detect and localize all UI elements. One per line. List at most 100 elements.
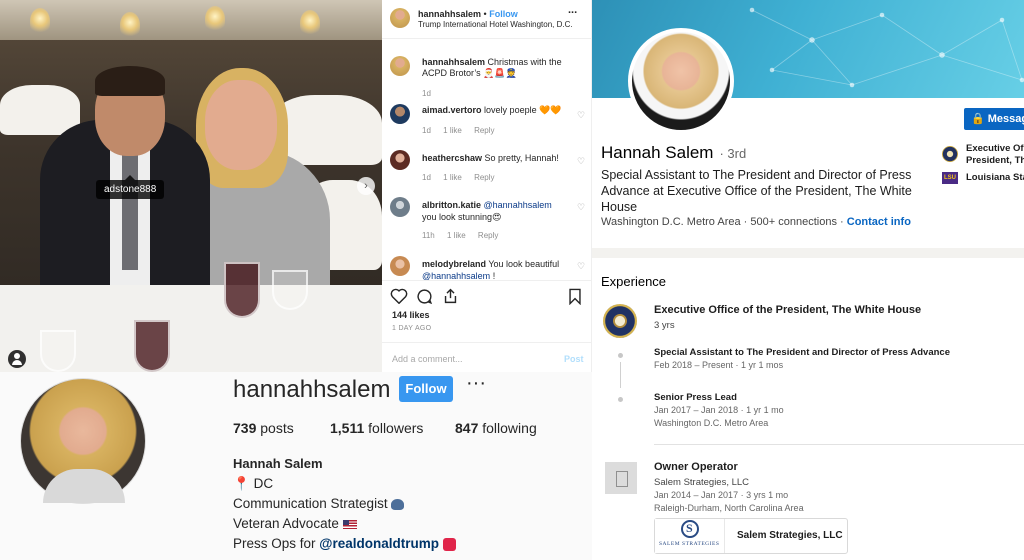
comment-likes[interactable]: 1 like [447, 231, 466, 240]
role-title[interactable]: Owner Operator [654, 461, 738, 473]
section-heading: Experience [601, 274, 667, 289]
followers-stat[interactable]: 1,511 followers [330, 420, 423, 436]
comment-username[interactable]: heathercshaw [422, 153, 482, 163]
share-icon[interactable] [442, 287, 459, 305]
media-attachment[interactable]: SALEM STRATEGIES Salem Strategies, LLC [654, 518, 848, 554]
role-title[interactable]: Senior Press Lead [654, 392, 737, 403]
timeline-dot [618, 353, 623, 358]
author-username[interactable]: hannahhsalem [418, 9, 481, 19]
commenter-avatar[interactable] [390, 150, 410, 170]
post-header: hannahhsalem • Follow [418, 9, 518, 19]
bio-line-advocate: Veteran Advocate [233, 516, 357, 531]
user-tag-icon[interactable] [8, 350, 26, 368]
comment-likes[interactable]: 1 like [443, 173, 462, 182]
following-stat[interactable]: 847 following [455, 420, 537, 436]
photo-user-tag[interactable]: adstone888 [96, 175, 165, 199]
commenter-avatar[interactable] [390, 256, 410, 276]
company-duration: 3 yrs [654, 320, 675, 331]
author-avatar[interactable] [390, 8, 410, 28]
banquet-table [0, 85, 80, 135]
man-tie [122, 150, 138, 270]
timeline-line [620, 362, 621, 388]
media-caption: SALEM STRATEGIES [659, 541, 720, 547]
comment-age: 11h [422, 231, 435, 240]
education-link[interactable]: Louisiana Sta [966, 172, 1024, 184]
wine-glass [272, 270, 308, 310]
posts-count: 739 [233, 420, 257, 436]
comment-body: you look stunning😍 [422, 212, 502, 222]
profile-username: hannahhsalem [233, 376, 391, 403]
bio-text: Press Ops for [233, 536, 316, 551]
caption-username[interactable]: hannahhsalem [422, 57, 485, 67]
comment-username[interactable]: albritton.katie [422, 200, 481, 210]
commenter-avatar[interactable] [390, 197, 410, 217]
more-options-button[interactable]: ... [568, 4, 577, 16]
comment-meta: 1d 1 like Reply [422, 126, 505, 135]
caption-line2: ACPD Brotor’s 🎅🚨👮 [422, 68, 517, 78]
caption-age: 1d [422, 89, 431, 98]
comment-like-icon[interactable]: ♡ [577, 261, 585, 272]
comment-reply[interactable]: Reply [478, 231, 498, 240]
divider [654, 444, 1024, 445]
lsu-logo-icon: LSU [942, 172, 958, 184]
comment-username[interactable]: melodybreland [422, 259, 486, 269]
role-location: Raleigh-Durham, North Carolina Area [654, 503, 804, 513]
wine-glass [40, 330, 76, 372]
media-thumbnail: SALEM STRATEGIES [655, 519, 725, 553]
follow-link[interactable]: Follow [489, 9, 518, 19]
comment-likes[interactable]: 1 like [443, 126, 462, 135]
location-row: Washington D.C. Metro Area · 500+ connec… [601, 216, 911, 228]
comment-like-icon[interactable]: ♡ [577, 110, 585, 121]
company-name[interactable]: Salem Strategies, LLC [654, 477, 749, 488]
pin-icon: 📍 [233, 476, 250, 491]
comment-meta: 1d 1 like Reply [422, 173, 505, 182]
profile-follow-button[interactable]: Follow [399, 376, 453, 402]
profile-full-name: Hannah Salem [233, 456, 323, 471]
role-title[interactable]: Special Assistant to The President and D… [654, 347, 950, 358]
role-dates: Jan 2014 – Jan 2017 · 3 yrs 1 mo [654, 490, 789, 500]
profile-headline: Special Assistant to The President and D… [601, 168, 912, 214]
comment-like-icon[interactable]: ♡ [577, 202, 585, 213]
caption-avatar[interactable] [390, 56, 410, 76]
company-name[interactable]: Executive Office of the President, The W… [654, 304, 921, 316]
comment-mention[interactable]: @hannahhsalem [484, 200, 552, 210]
comment-like-icon[interactable]: ♡ [577, 156, 585, 167]
building-icon[interactable] [605, 462, 637, 494]
role-dates: Jan 2017 – Jan 2018 · 1 yr 1 mo [654, 405, 784, 415]
profile-avatar[interactable] [20, 378, 146, 504]
comment-body: So pretty, Hannah! [484, 153, 559, 163]
wine-glass [224, 262, 260, 318]
post-location[interactable]: Trump International Hotel Washington, D.… [418, 20, 573, 29]
caption-text: hannahhsalem Christmas with the ACPD Bro… [422, 57, 582, 79]
comment-reply[interactable]: Reply [474, 126, 494, 135]
contact-info-link[interactable]: Contact info [847, 216, 911, 228]
comment-username[interactable]: aimad.vertoro [422, 105, 482, 115]
chevron-right-icon[interactable]: › [357, 177, 375, 195]
comment-body: lovely poeple 🧡🧡 [484, 105, 562, 115]
post-comment-button[interactable]: Post [564, 354, 584, 364]
comment-reply[interactable]: Reply [474, 173, 494, 182]
comment-input[interactable]: Add a comment... [392, 354, 463, 364]
followers-count: 1,511 [330, 420, 365, 436]
bookmark-icon[interactable] [568, 288, 582, 305]
current-company-link[interactable]: Executive Of President, Th [966, 143, 1024, 167]
message-button[interactable]: 🔒 Messag [964, 108, 1024, 130]
comment-icon[interactable] [416, 288, 433, 305]
commenter-avatar[interactable] [390, 104, 410, 124]
profile-name: Hannah Salem [601, 143, 714, 162]
profile-photo[interactable] [628, 28, 734, 134]
bio-mention-link[interactable]: @realdonaldtrump [319, 536, 439, 551]
heart-icon[interactable] [390, 288, 408, 304]
white-house-seal-icon[interactable] [603, 304, 637, 338]
chandelier [300, 10, 320, 36]
message-label: Messag [987, 113, 1024, 125]
post-photo[interactable]: adstone888 › [0, 0, 382, 372]
bio-line-press: Press Ops for @realdonaldtrump [233, 536, 456, 551]
likes-count[interactable]: 144 likes [392, 310, 430, 320]
bio-line-location: 📍 DC [233, 476, 273, 492]
profile-more-button[interactable]: ··· [466, 372, 486, 395]
add-comment-bar: Add a comment... Post [382, 342, 592, 372]
connections-count[interactable]: 500+ connections [750, 216, 837, 228]
comment-meta: 11h 1 like Reply [422, 231, 508, 240]
chandelier [120, 12, 140, 38]
